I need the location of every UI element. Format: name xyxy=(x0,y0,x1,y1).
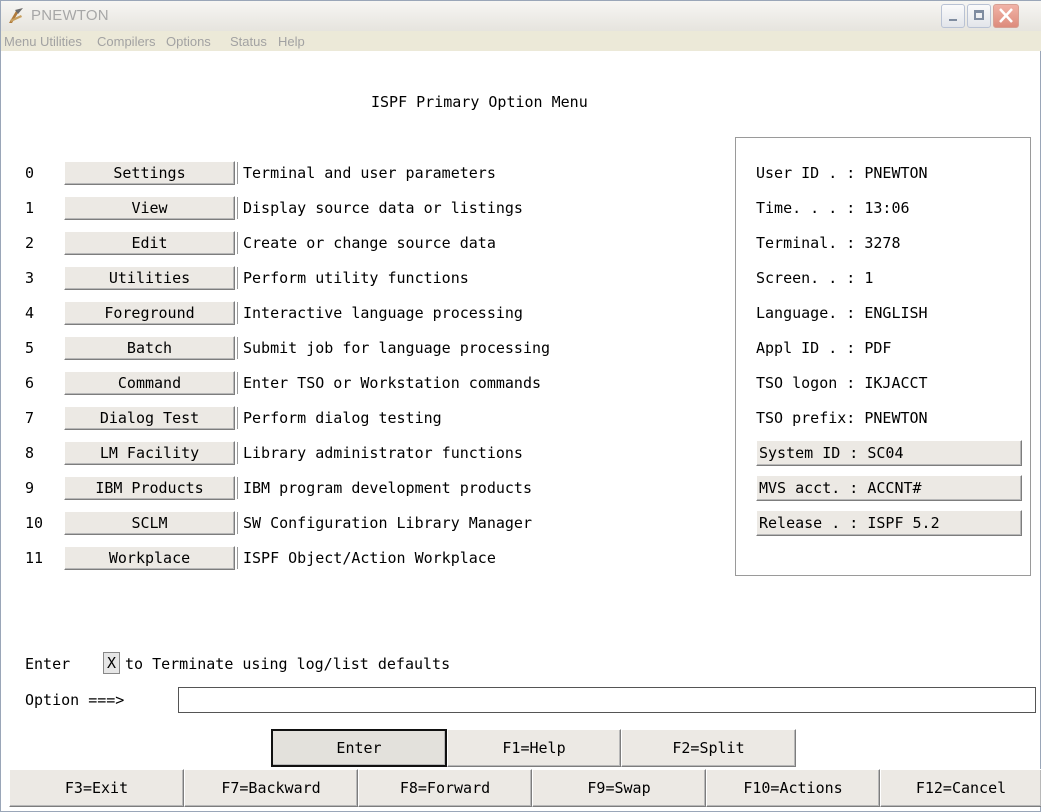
option-number: 3 xyxy=(25,269,35,287)
option-batch-button[interactable]: Batch xyxy=(64,336,235,360)
menu-item-help[interactable]: Help xyxy=(278,34,305,49)
f10-actions-button[interactable]: F10=Actions xyxy=(706,769,880,807)
option-command-input[interactable] xyxy=(178,687,1036,713)
f1-help-button[interactable]: F1=Help xyxy=(447,729,621,767)
option-number: 8 xyxy=(25,444,35,462)
option-description: Terminal and user parameters xyxy=(237,162,496,184)
maximize-button[interactable] xyxy=(967,4,991,28)
option-number: 4 xyxy=(25,304,35,322)
option-description: Perform dialog testing xyxy=(237,407,442,429)
minimize-button[interactable] xyxy=(941,4,965,28)
info-appl-id: Appl ID . : PDF xyxy=(756,339,892,357)
mvs-acct-button[interactable]: MVS acct. : ACCNT# xyxy=(756,475,1022,501)
window-title: PNEWTON xyxy=(31,7,109,24)
info-user-id: User ID . : PNEWTON xyxy=(756,164,928,182)
option-prompt: Option ===> xyxy=(25,691,125,709)
info-screen: Screen. . : 1 xyxy=(756,269,874,287)
system-id-button[interactable]: System ID : SC04 xyxy=(756,440,1022,466)
info-tso-logon: TSO logon : IKJACCT xyxy=(756,374,928,392)
f12-cancel-button[interactable]: F12=Cancel xyxy=(880,769,1041,807)
f8-forward-button[interactable]: F8=Forward xyxy=(358,769,532,807)
title-bar: PNEWTON xyxy=(1,1,1041,32)
menu-item-utilities[interactable]: Utilities xyxy=(40,34,82,49)
info-tso-prefix: TSO prefix: PNEWTON xyxy=(756,409,928,427)
option-number: 6 xyxy=(25,374,35,392)
f7-backward-button[interactable]: F7=Backward xyxy=(184,769,358,807)
enter-button[interactable]: Enter xyxy=(271,729,447,767)
option-number: 2 xyxy=(25,234,35,252)
f9-swap-button[interactable]: F9=Swap xyxy=(532,769,706,807)
option-lm-facility-button[interactable]: LM Facility xyxy=(64,441,235,465)
ispf-window: PNEWTON Menu Utilities Compilers Options… xyxy=(0,0,1041,812)
info-language: Language. : ENGLISH xyxy=(756,304,928,322)
option-dialog-test-button[interactable]: Dialog Test xyxy=(64,406,235,430)
option-number: 7 xyxy=(25,409,35,427)
release-button[interactable]: Release . : ISPF 5.2 xyxy=(756,510,1022,536)
option-sclm-button[interactable]: SCLM xyxy=(64,511,235,535)
menu-item-menu[interactable]: Menu xyxy=(4,34,37,49)
option-description: Enter TSO or Workstation commands xyxy=(237,372,541,394)
menu-bar: Menu Utilities Compilers Options Status … xyxy=(1,31,1041,51)
option-number: 5 xyxy=(25,339,35,357)
option-number: 10 xyxy=(25,514,44,532)
option-ibm-products-button[interactable]: IBM Products xyxy=(64,476,235,500)
close-button[interactable] xyxy=(993,4,1019,28)
option-view-button[interactable]: View xyxy=(64,196,235,220)
info-time: Time. . . : 13:06 xyxy=(756,199,910,217)
option-description: Perform utility functions xyxy=(237,267,469,289)
option-description: IBM program development products xyxy=(237,477,532,499)
option-command-button[interactable]: Command xyxy=(64,371,235,395)
terminate-text: to Terminate using log/list defaults xyxy=(125,655,451,673)
terminate-x-field[interactable]: X xyxy=(103,652,120,674)
option-utilities-button[interactable]: Utilities xyxy=(64,266,235,290)
option-edit-button[interactable]: Edit xyxy=(64,231,235,255)
option-foreground-button[interactable]: Foreground xyxy=(64,301,235,325)
panel-title: ISPF Primary Option Menu xyxy=(371,93,588,111)
option-workplace-button[interactable]: Workplace xyxy=(64,546,235,570)
option-description: Submit job for language processing xyxy=(237,337,550,359)
option-description: Library administrator functions xyxy=(237,442,523,464)
option-description: ISPF Object/Action Workplace xyxy=(237,547,496,569)
app-logo-icon xyxy=(9,8,23,23)
option-number: 0 xyxy=(25,164,35,182)
menu-item-compilers[interactable]: Compilers xyxy=(97,34,156,49)
option-number: 11 xyxy=(25,549,44,567)
option-description: Display source data or listings xyxy=(237,197,523,219)
menu-item-status[interactable]: Status xyxy=(230,34,267,49)
menu-item-options[interactable]: Options xyxy=(166,34,211,49)
close-icon xyxy=(999,8,1013,23)
option-description: SW Configuration Library Manager xyxy=(237,512,532,534)
option-settings-button[interactable]: Settings xyxy=(64,161,235,185)
terminate-prefix: Enter xyxy=(25,655,71,673)
f3-exit-button[interactable]: F3=Exit xyxy=(9,769,184,807)
f2-split-button[interactable]: F2=Split xyxy=(621,729,796,767)
info-terminal: Terminal. : 3278 xyxy=(756,234,901,252)
option-description: Interactive language processing xyxy=(237,302,523,324)
option-number: 1 xyxy=(25,199,35,217)
option-description: Create or change source data xyxy=(237,232,496,254)
option-number: 9 xyxy=(25,479,35,497)
